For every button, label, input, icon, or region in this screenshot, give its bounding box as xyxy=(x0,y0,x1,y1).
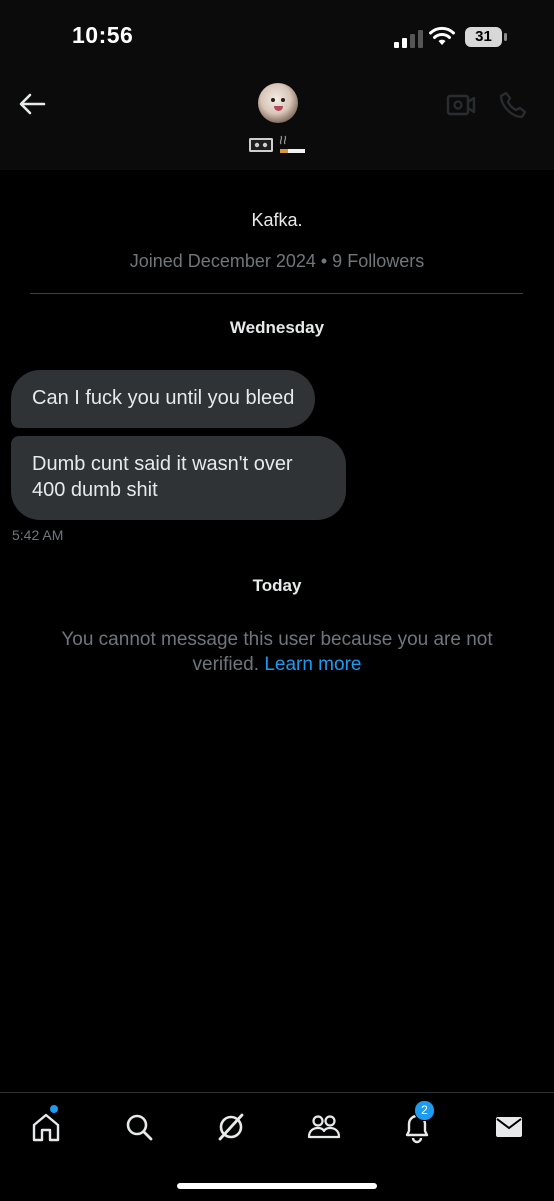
nav-messages[interactable] xyxy=(491,1109,527,1145)
home-unread-dot xyxy=(50,1105,58,1113)
avatar-eye-left xyxy=(271,98,275,102)
verification-notice: You cannot message this user because you… xyxy=(30,627,524,677)
learn-more-link[interactable]: Learn more xyxy=(264,654,361,675)
divider xyxy=(30,293,523,294)
avatar-mouth xyxy=(274,106,283,111)
back-arrow-icon[interactable] xyxy=(16,90,48,118)
day-separator-today: Today xyxy=(252,576,302,595)
conversation-header xyxy=(0,70,554,170)
status-time: 10:56 xyxy=(72,22,134,48)
messages-icon xyxy=(496,1117,522,1137)
home-indicator xyxy=(177,1183,377,1189)
wifi-icon xyxy=(429,26,455,45)
phone-icon[interactable] xyxy=(498,90,528,120)
video-camera-icon[interactable] xyxy=(446,92,476,118)
avatar-eye-right xyxy=(281,98,285,102)
signal-icon xyxy=(394,30,423,48)
display-name-emojis[interactable] xyxy=(249,134,309,158)
nav-communities[interactable] xyxy=(306,1109,342,1145)
message-timestamp: 5:42 AM xyxy=(12,527,64,543)
vhs-tape-emoji xyxy=(249,138,273,152)
day-separator-wednesday: Wednesday xyxy=(229,318,325,337)
grok-icon xyxy=(218,1113,244,1141)
message-bubble[interactable]: Can I fuck you until you bleed xyxy=(11,370,316,428)
search-icon xyxy=(126,1114,153,1141)
nav-search[interactable] xyxy=(121,1109,157,1145)
nav-notifications[interactable]: 2 xyxy=(399,1100,435,1145)
communities-icon xyxy=(307,1115,341,1139)
cigarette-emoji xyxy=(279,135,305,153)
battery-icon: 31 xyxy=(465,27,507,47)
profile-name[interactable]: Kafka. xyxy=(0,210,554,231)
nav-home[interactable] xyxy=(28,1105,64,1145)
status-bar: 10:56 31 xyxy=(0,0,554,70)
profile-meta: Joined December 2024 • 9 Followers xyxy=(129,251,425,271)
battery-level: 31 xyxy=(475,28,492,45)
avatar[interactable] xyxy=(258,83,298,123)
home-icon xyxy=(32,1113,60,1142)
message-bubble[interactable]: Dumb cunt said it wasn't over 400 dumb s… xyxy=(11,436,346,520)
notifications-badge: 2 xyxy=(414,1100,435,1121)
nav-grok[interactable] xyxy=(213,1109,249,1145)
